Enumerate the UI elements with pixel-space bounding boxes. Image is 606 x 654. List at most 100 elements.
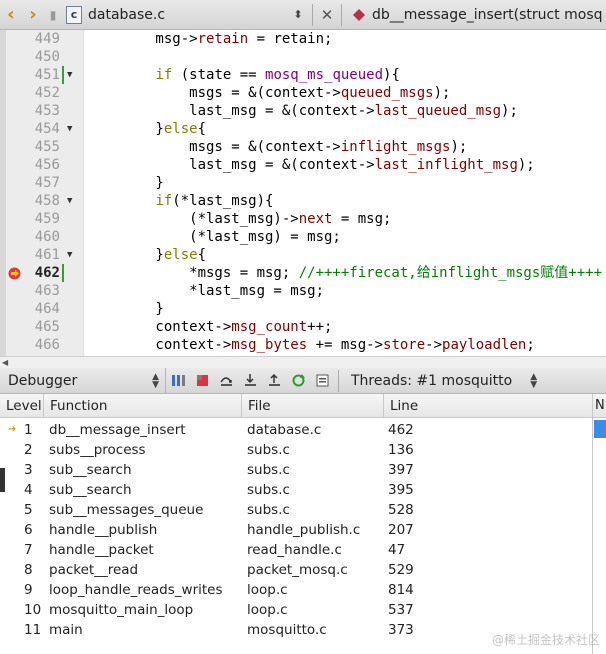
frame-file: packet_mosq.c bbox=[247, 562, 348, 578]
stack-frame-row[interactable]: 7 handle__packet read_handle.c 47 bbox=[0, 540, 592, 560]
code-line[interactable]: 450 bbox=[0, 48, 606, 66]
stack-frame-row[interactable]: 6 handle__publish handle_publish.c 207 bbox=[0, 520, 592, 540]
restart-debugger-button[interactable] bbox=[286, 368, 310, 394]
step-into-icon bbox=[244, 374, 256, 386]
frame-function: sub__search bbox=[49, 482, 132, 498]
code-line[interactable]: 458 ▼ if(*last_msg){ bbox=[0, 192, 606, 210]
change-marker bbox=[62, 66, 64, 84]
code-line[interactable]: 451 ▼ if (state == mosq_ms_queued){ bbox=[0, 66, 606, 84]
code-line[interactable]: 461 ▼ }else{ bbox=[0, 246, 606, 264]
change-marker bbox=[62, 264, 64, 282]
frame-file: database.c bbox=[247, 422, 322, 438]
frame-file: loop.c bbox=[247, 602, 288, 618]
column-header-level[interactable]: Level bbox=[0, 394, 44, 418]
stack-frame-row[interactable]: 3 sub__search subs.c 397 bbox=[0, 460, 592, 480]
stack-frame-row[interactable]: 5 sub__messages_queue subs.c 528 bbox=[0, 500, 592, 520]
code-line[interactable]: 465 context->msg_count++; bbox=[0, 318, 606, 336]
code-line[interactable]: 460 (*last_msg) = msg; bbox=[0, 228, 606, 246]
open-file-selector[interactable]: database.c bbox=[88, 7, 288, 23]
lock-icon: ▮ bbox=[49, 7, 57, 22]
frame-line: 395 bbox=[388, 482, 414, 498]
instruction-icon bbox=[316, 374, 328, 387]
close-document-button[interactable]: ✕ bbox=[317, 6, 337, 24]
function-symbol-icon bbox=[353, 8, 365, 21]
threads-label-text: Threads: bbox=[351, 372, 412, 389]
fold-arrow-icon[interactable]: ▼ bbox=[67, 120, 72, 138]
code-line[interactable]: 466 context->msg_bytes += msg->store->pa… bbox=[0, 336, 606, 354]
editor-horizontal-scrollbar[interactable]: ◀ bbox=[0, 356, 606, 368]
fold-arrow-icon[interactable]: ▼ bbox=[67, 192, 72, 210]
threads-dropdown-icon[interactable]: ▲ ▼ bbox=[530, 372, 537, 389]
code-line[interactable]: 457 } bbox=[0, 174, 606, 192]
debugger-toolbar: Debugger ▲ ▼ Threads: #1 mosquitto ▲ ▼ bbox=[0, 367, 606, 394]
threads-selector[interactable]: #1 mosquitto bbox=[416, 373, 512, 389]
stack-frame-row[interactable]: 4 sub__search subs.c 395 bbox=[0, 480, 592, 500]
frame-file: handle_publish.c bbox=[247, 522, 361, 538]
code-line[interactable]: 464 } bbox=[0, 300, 606, 318]
code-line[interactable]: 452 msgs = &(context->queued_msgs); bbox=[0, 84, 606, 102]
code-line[interactable]: 454 ▼ }else{ bbox=[0, 120, 606, 138]
step-out-button[interactable] bbox=[262, 368, 286, 394]
column-header-line[interactable]: Line bbox=[384, 394, 592, 418]
frame-file: loop.c bbox=[247, 582, 288, 598]
code-editor[interactable]: 449 msg->retain = retain; 450 451 ▼ if (sta… bbox=[0, 30, 606, 356]
c-file-icon: c bbox=[66, 5, 82, 24]
watermark: @稀土掘金技术社区 bbox=[491, 633, 600, 647]
frame-function: mosquitto_main_loop bbox=[49, 602, 194, 618]
sidebar-edge bbox=[0, 468, 5, 492]
step-over-icon bbox=[219, 377, 232, 386]
fold-arrow-icon[interactable]: ▼ bbox=[67, 246, 72, 264]
step-into-button[interactable] bbox=[238, 368, 262, 394]
stack-frame-row[interactable]: ➔ 1 db__message_insert database.c 462 bbox=[0, 420, 592, 440]
code-line[interactable]: 459 (*last_msg)->next = msg; bbox=[0, 210, 606, 228]
operate-by-instruction-button[interactable] bbox=[310, 368, 334, 394]
current-frame-arrow-icon: ➔ bbox=[8, 424, 17, 435]
frame-line: 397 bbox=[388, 462, 414, 478]
fold-arrow-icon[interactable]: ▼ bbox=[67, 66, 72, 84]
threads-label: Threads: #1 mosquitto bbox=[351, 373, 512, 389]
step-over-button[interactable] bbox=[214, 368, 238, 394]
frame-function: subs__process bbox=[49, 442, 146, 458]
combo-arrows-icon: ▲ ▼ bbox=[152, 371, 159, 390]
forward-button[interactable]: › bbox=[22, 0, 44, 30]
back-button[interactable]: ‹ bbox=[0, 0, 22, 30]
code-text: msg->retain = retain; bbox=[88, 31, 333, 47]
stack-frame-row[interactable]: 9 loop_handle_reads_writes loop.c 814 bbox=[0, 580, 592, 600]
code-line[interactable]: 463 *last_msg = msg; bbox=[0, 282, 606, 300]
frame-level: 9 bbox=[24, 582, 33, 598]
breakpoint-current-location-icon[interactable] bbox=[8, 267, 21, 280]
code-text: *msgs = msg; //++++firecat,给inflight_msg… bbox=[88, 265, 603, 281]
code-text: msgs = &(context->queued_msgs); bbox=[88, 85, 451, 101]
scroll-left-icon[interactable]: ◀ bbox=[2, 358, 8, 367]
stack-frame-row[interactable]: 10 mosquitto_main_loop loop.c 537 bbox=[0, 600, 592, 620]
code-text: if(*last_msg){ bbox=[155, 193, 274, 209]
continue-button[interactable] bbox=[166, 368, 190, 394]
code-text: context->msg_count++; bbox=[88, 319, 333, 335]
frame-level: 7 bbox=[24, 542, 33, 558]
side-column-header[interactable]: N bbox=[593, 394, 606, 418]
code-line[interactable]: 462 *msgs = msg; //++++firecat,给inflight… bbox=[0, 264, 606, 282]
frame-level: 3 bbox=[24, 462, 33, 478]
code-line[interactable]: 453 last_msg = &(context->last_queued_ms… bbox=[0, 102, 606, 120]
code-text: } bbox=[88, 175, 164, 191]
debugger-perspective-selector[interactable]: Debugger ▲ ▼ bbox=[0, 367, 166, 394]
side-selected-row[interactable] bbox=[594, 420, 606, 438]
stop-icon bbox=[196, 375, 208, 386]
code-line[interactable]: 456 last_msg = &(context->last_inflight_… bbox=[0, 156, 606, 174]
column-header-function[interactable]: Function bbox=[44, 394, 242, 418]
column-header-file[interactable]: File bbox=[242, 394, 384, 418]
symbol-selector[interactable]: db__message_insert(struct mosq bbox=[372, 7, 606, 23]
frame-level: 10 bbox=[24, 602, 42, 618]
frame-function: loop_handle_reads_writes bbox=[49, 582, 223, 598]
line-number: 455 bbox=[34, 139, 60, 155]
chevron-left-icon: ‹ bbox=[7, 4, 15, 25]
stack-frame-row[interactable]: 8 packet__read packet_mosq.c 529 bbox=[0, 560, 592, 580]
code-line[interactable]: 449 msg->retain = retain; bbox=[0, 30, 606, 48]
code-line[interactable]: 455 msgs = &(context->inflight_msgs); bbox=[0, 138, 606, 156]
line-number: 451 bbox=[34, 67, 60, 83]
stop-debugger-button[interactable] bbox=[190, 368, 214, 394]
file-dropdown-icon[interactable]: ⬍ bbox=[288, 8, 308, 21]
stack-frame-row[interactable]: 2 subs__process subs.c 136 bbox=[0, 440, 592, 460]
code-text: }else{ bbox=[88, 121, 207, 137]
frame-line: 373 bbox=[388, 622, 414, 638]
